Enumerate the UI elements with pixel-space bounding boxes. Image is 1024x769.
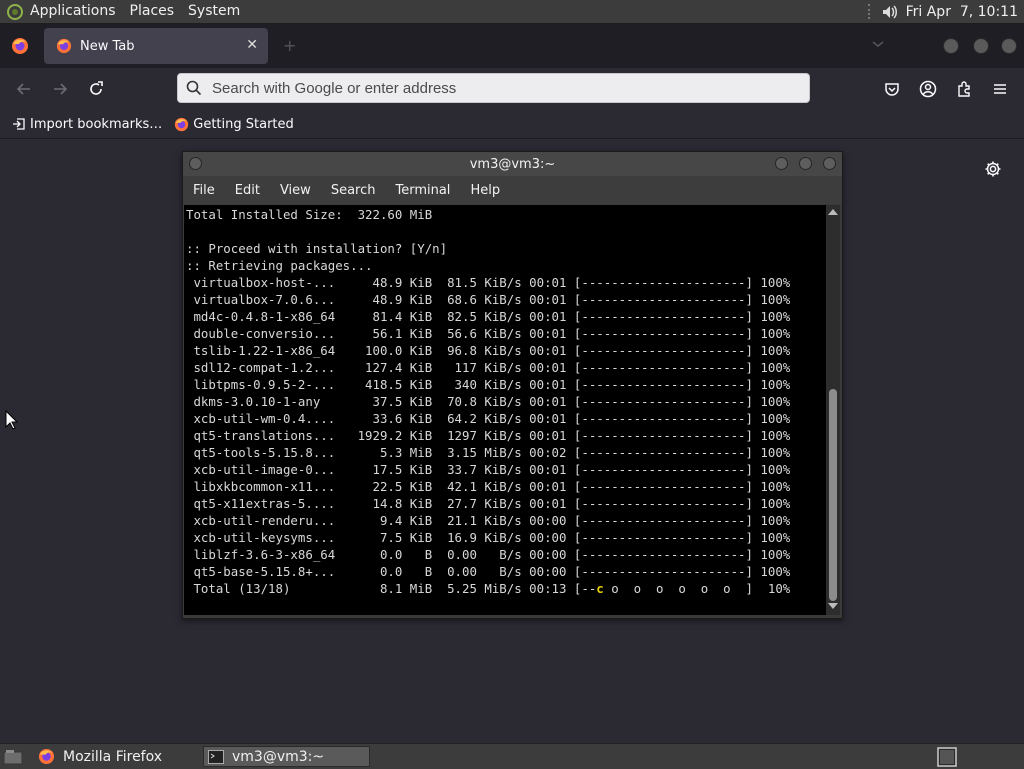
terminal-minimize-button[interactable] — [775, 157, 788, 170]
terminal-line: :: Retrieving packages... — [186, 258, 373, 273]
terminal-line: xcb-util-image-0... 17.5 KiB 33.7 KiB/s … — [186, 462, 791, 477]
account-icon[interactable] — [919, 80, 937, 98]
menu-edit[interactable]: Edit — [225, 183, 270, 198]
settings-gear-icon[interactable] — [984, 160, 1002, 182]
menu-icon[interactable] — [991, 80, 1009, 98]
top-panel: Applications Places System Fri Apr 7, 10… — [0, 0, 1024, 24]
terminal-line: liblzf-3.6-3-x86_64 0.0 B 0.00 B/s 00:00… — [186, 547, 791, 562]
volume-icon[interactable] — [880, 3, 898, 21]
bookmarks-bar: Import bookmarks… Getting Started — [0, 110, 1024, 139]
terminal-line: qt5-translations... 1929.2 KiB 1297 KiB/… — [186, 428, 791, 443]
terminal-line: md4c-0.4.8-1-x86_64 81.4 KiB 82.5 KiB/s … — [186, 309, 791, 324]
firefox-icon — [38, 748, 55, 765]
pacman-progress-icon: c — [596, 581, 604, 596]
panel-separator — [867, 4, 874, 19]
taskbar-item-terminal-label: vm3@vm3:~ — [232, 748, 325, 765]
terminal-line: xcb-util-wm-0.4.... 33.6 KiB 64.2 KiB/s … — [186, 411, 791, 426]
menu-view[interactable]: View — [270, 183, 321, 198]
firefox-bookmark-icon — [174, 117, 189, 132]
bookmark-getting-started[interactable]: Getting Started — [174, 117, 294, 132]
firefox-view-icon[interactable] — [11, 37, 29, 55]
extensions-icon[interactable] — [955, 80, 973, 98]
maximize-window-button[interactable] — [973, 38, 989, 54]
bottom-taskbar: Mozilla Firefox vm3@vm3:~ — [0, 743, 1024, 769]
tab-strip: New Tab ✕ + — [0, 24, 1024, 68]
terminal-line: virtualbox-host-... 48.9 KiB 81.5 KiB/s … — [186, 275, 791, 290]
search-input[interactable] — [210, 78, 809, 98]
show-desktop-icon[interactable] — [3, 746, 23, 767]
taskbar-item-firefox[interactable]: Mozilla Firefox — [36, 746, 196, 767]
window-menu-button[interactable] — [189, 157, 202, 170]
new-tab-icon[interactable]: + — [283, 36, 296, 55]
terminal-maximize-button[interactable] — [799, 157, 812, 170]
terminal-line: libtpms-0.9.5-2-... 418.5 KiB 340 KiB/s … — [186, 377, 791, 392]
terminal-menubar: File Edit View Search Terminal Help — [183, 176, 842, 204]
terminal-title: vm3@vm3:~ — [469, 156, 556, 172]
terminal-line: double-conversio... 56.1 KiB 56.6 KiB/s … — [186, 326, 791, 341]
terminal-line: sdl12-compat-1.2... 127.4 KiB 117 KiB/s … — [186, 360, 791, 375]
mouse-cursor-icon — [5, 409, 19, 434]
applications-menu[interactable]: Applications — [24, 0, 123, 23]
terminal-line: libxkbcommon-x11... 22.5 KiB 42.1 KiB/s … — [186, 479, 791, 494]
chevron-down-icon[interactable] — [871, 38, 885, 53]
terminal-line: xcb-util-keysyms... 7.5 KiB 16.9 KiB/s 0… — [186, 530, 791, 545]
scroll-down-icon[interactable] — [828, 603, 838, 609]
terminal-line: qt5-x11extras-5.... 14.8 KiB 27.7 KiB/s … — [186, 496, 791, 511]
address-bar[interactable] — [177, 73, 810, 103]
terminal-icon — [208, 749, 224, 764]
terminal-line: Total Installed Size: 322.60 MiB — [186, 207, 433, 222]
taskbar-item-firefox-label: Mozilla Firefox — [63, 748, 163, 765]
terminal-line: qt5-base-5.15.8+... 0.0 B 0.00 B/s 00:00… — [186, 564, 791, 579]
reload-icon[interactable] — [87, 80, 105, 98]
forward-arrow-icon[interactable] — [51, 80, 69, 98]
terminal-text: Total Installed Size: 322.60 MiB :: Proc… — [184, 205, 826, 597]
import-icon — [12, 117, 26, 131]
menu-search[interactable]: Search — [321, 183, 386, 198]
terminal-titlebar[interactable]: vm3@vm3:~ — [183, 152, 842, 176]
clock[interactable]: Fri Apr 7, 10:11 — [906, 4, 1024, 20]
terminal-line: xcb-util-renderu... 9.4 KiB 21.1 KiB/s 0… — [186, 513, 791, 528]
menu-file[interactable]: File — [183, 183, 225, 198]
menu-help[interactable]: Help — [460, 183, 510, 198]
gnome-foot-icon[interactable] — [6, 3, 24, 21]
bookmark-import-label: Import bookmarks… — [30, 116, 163, 132]
terminal-close-button[interactable] — [823, 157, 836, 170]
close-window-button[interactable] — [1001, 38, 1017, 54]
pocket-icon[interactable] — [883, 80, 901, 98]
bookmark-getting-started-label: Getting Started — [193, 116, 294, 132]
firefox-tab-icon — [56, 38, 72, 54]
minimize-window-button[interactable] — [943, 38, 959, 54]
nav-bar — [0, 68, 1024, 110]
tab-close-icon[interactable]: ✕ — [246, 37, 258, 53]
terminal-line: qt5-tools-5.15.8... 5.3 MiB 3.15 MiB/s 0… — [186, 445, 791, 460]
scroll-up-icon[interactable] — [828, 209, 838, 215]
terminal-line: tslib-1.22-1-x86_64 100.0 KiB 96.8 KiB/s… — [186, 343, 791, 358]
tab-new-tab[interactable]: New Tab ✕ — [44, 28, 268, 64]
terminal-output[interactable]: Total Installed Size: 322.60 MiB :: Proc… — [184, 205, 826, 615]
workspace-switcher-icon[interactable] — [937, 746, 957, 767]
bookmark-import[interactable]: Import bookmarks… — [12, 117, 162, 132]
terminal-window[interactable]: vm3@vm3:~ File Edit View Search Terminal… — [182, 151, 843, 619]
back-arrow-icon[interactable] — [15, 80, 33, 98]
scrollbar-thumb[interactable] — [829, 389, 837, 601]
terminal-line: dkms-3.0.10-1-any 37.5 KiB 70.8 KiB/s 00… — [186, 394, 791, 409]
terminal-line-total: Total (13/18) 8.1 MiB 5.25 MiB/s 00:13 [… — [186, 581, 791, 596]
menu-terminal[interactable]: Terminal — [385, 183, 460, 198]
tab-title: New Tab — [80, 38, 135, 54]
places-menu[interactable]: Places — [123, 0, 182, 23]
terminal-scrollbar[interactable] — [826, 205, 840, 615]
search-icon — [186, 80, 202, 96]
terminal-line: virtualbox-7.0.6... 48.9 KiB 68.6 KiB/s … — [186, 292, 791, 307]
terminal-line: :: Proceed with installation? [Y/n] — [186, 241, 448, 256]
system-menu[interactable]: System — [181, 0, 247, 23]
taskbar-item-terminal[interactable]: vm3@vm3:~ — [203, 746, 370, 767]
